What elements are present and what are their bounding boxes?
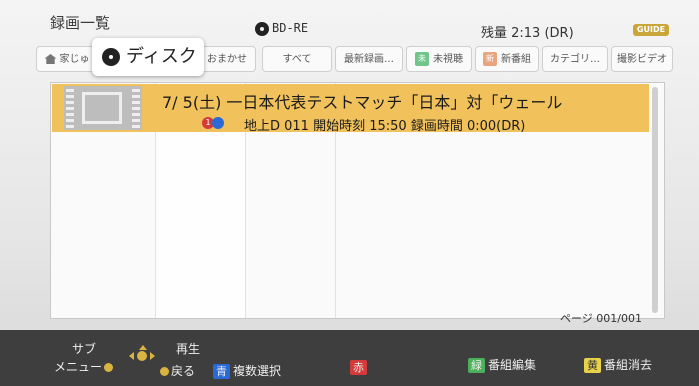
tab-category[interactable]: カテゴリ… (542, 46, 608, 72)
blue-key-icon: 青 (213, 364, 230, 379)
recording-title: 7/ 5(土) 一日本代表テストマッチ「日本」対「ウェール (162, 93, 563, 112)
blue-multi-select[interactable]: 青複数選択 (213, 362, 281, 379)
tab-home-network[interactable]: 家じゅ (36, 46, 98, 72)
new-badge: 新 (483, 52, 497, 66)
yellow-dot-icon (104, 363, 114, 372)
page-indicator: ページ 001/001 (560, 312, 642, 325)
thumbnail-film-icon (64, 86, 142, 130)
tab-omakase[interactable]: おまかせ (198, 46, 256, 72)
sub-label: サブ (72, 342, 97, 356)
tab-new-program[interactable]: 新新番組 (475, 46, 539, 72)
disc-icon (102, 48, 120, 66)
disc-selector-popup[interactable]: ディスク (92, 38, 204, 76)
red-key-icon: 赤 (350, 360, 367, 375)
tab-video[interactable]: 撮影ビデオ (611, 46, 673, 72)
home-icon (44, 54, 57, 64)
arrow-mark-icon (212, 117, 224, 129)
yellow-delete-program[interactable]: 黄番組消去 (584, 356, 652, 373)
yellow-dot-icon (160, 367, 169, 376)
tab-all[interactable]: すべて (262, 46, 332, 72)
tab-latest[interactable]: 最新録画… (335, 46, 403, 72)
green-edit-program[interactable]: 緑番組編集 (468, 356, 536, 373)
sub-menu-button[interactable]: メニュー (54, 358, 115, 375)
green-key-icon: 緑 (468, 358, 485, 373)
disc-icon (255, 22, 269, 36)
scrollbar-thumb[interactable] (652, 87, 658, 313)
tab-unwatched[interactable]: 未未視聴 (406, 46, 472, 72)
red-button[interactable]: 赤 (350, 360, 370, 375)
g-guide-logo: GUIDE (633, 24, 669, 36)
scrollbar[interactable] (652, 87, 658, 313)
back-button[interactable]: 戻る (158, 362, 195, 379)
yellow-key-icon: 黄 (584, 358, 601, 373)
dpad-icon (127, 345, 157, 367)
remaining-capacity: 残量 2:13 (DR) (481, 26, 574, 41)
page-title: 録画一覧 (50, 14, 111, 32)
recording-list: 1 7/ 5(土) 一日本代表テストマッチ「日本」対「ウェール 地上D 011 … (50, 82, 665, 319)
media-label: BD-RE (272, 21, 309, 35)
play-button[interactable]: 再生 (176, 340, 200, 357)
unwatched-badge: 未 (415, 52, 429, 66)
recording-row[interactable]: 1 7/ 5(土) 一日本代表テストマッチ「日本」対「ウェール 地上D 011 … (52, 84, 649, 134)
recording-details: 地上D 011 開始時刻 15:50 録画時間 0:00(DR) (244, 119, 526, 134)
